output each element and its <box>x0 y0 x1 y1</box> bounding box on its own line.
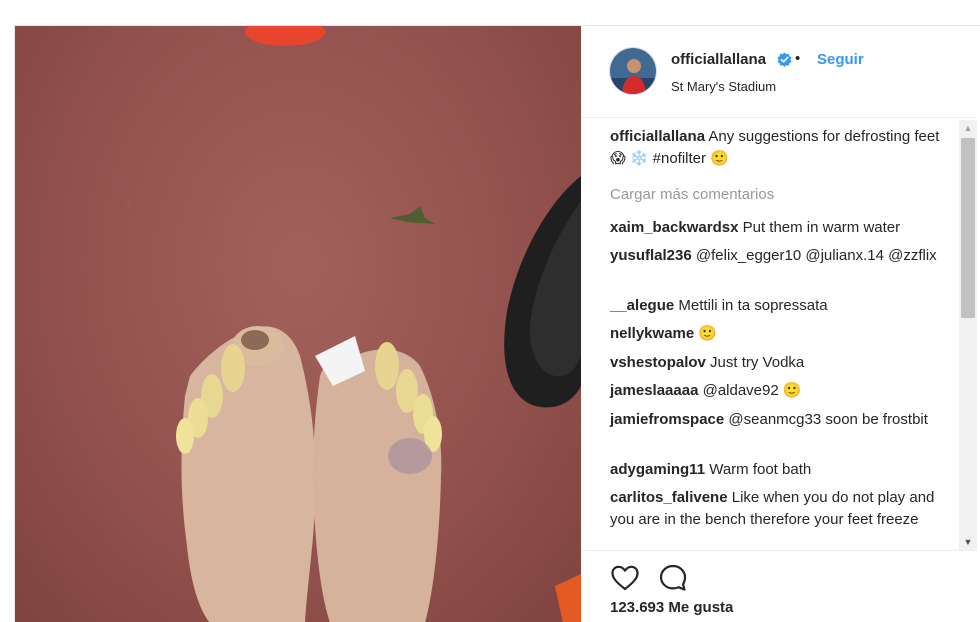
comment-username[interactable]: xaim_backwardsx <box>610 219 738 236</box>
caption: officiallallana Any suggestions for defr… <box>610 126 940 169</box>
comment-username[interactable]: yusuflal236 <box>610 247 692 264</box>
comment-text: Warm foot bath <box>709 461 812 478</box>
caption-username[interactable]: officiallallana <box>610 128 705 145</box>
comment-item: yusuflal236 @felix_egger10 @julianx.14 @… <box>610 245 940 267</box>
post-username[interactable]: officiallallana <box>671 51 766 68</box>
likes-count[interactable]: 123.693 Me gusta <box>610 599 733 616</box>
feet-photo-illustration <box>176 26 581 622</box>
comment-item: carlitos_falivene Like when you do not p… <box>610 487 940 530</box>
comment-item: jameslaaaaa @aldave92 🙂 <box>610 380 940 402</box>
comment-item: nellykwame 🙂 <box>610 323 940 345</box>
comment-username[interactable]: jamiefromspace <box>610 411 724 428</box>
comment-text: Just try Vodka <box>710 354 805 371</box>
comment-item: __alegue Mettili in ta sopressata <box>610 295 940 317</box>
comment-username[interactable]: __alegue <box>610 297 674 314</box>
comment-text: Mettili in ta sopressata <box>678 297 828 314</box>
post-actions: 123.693 Me gusta <box>581 550 975 622</box>
avatar[interactable] <box>609 47 657 95</box>
verified-badge-icon <box>777 52 792 67</box>
post-sidebar: officiallallana • Seguir St Mary's Stadi… <box>581 26 980 622</box>
follow-button[interactable]: Seguir <box>817 51 864 68</box>
left-foot-shape <box>181 326 316 622</box>
comments-scrollbar[interactable]: ▲ ▼ <box>959 120 977 550</box>
scroll-down-arrow-icon[interactable]: ▼ <box>959 534 977 550</box>
load-more-comments-link[interactable]: Cargar más comentarios <box>610 186 774 203</box>
comment-text: @seanmcg33 soon be frostbit <box>728 411 928 428</box>
grass-debris-shape <box>390 206 435 224</box>
separator-dot: • <box>795 50 801 67</box>
comment-text: @felix_egger10 @julianx.14 @zzflix <box>695 247 937 264</box>
post-header: officiallallana • Seguir St Mary's Stadi… <box>581 26 977 118</box>
comment-text: @aldave92 🙂 <box>702 382 802 399</box>
comment-username[interactable]: carlitos_falivene <box>610 489 728 506</box>
post-location[interactable]: St Mary's Stadium <box>671 79 776 94</box>
comment-username[interactable]: jameslaaaaa <box>610 382 698 399</box>
comment-item: vshestopalov Just try Vodka <box>610 352 940 374</box>
comment-icon[interactable] <box>658 563 688 593</box>
right-foot-shape <box>312 349 442 622</box>
scrollbar-thumb[interactable] <box>961 138 975 318</box>
comment-item: jamiefromspace @seanmcg33 soon be frostb… <box>610 409 940 431</box>
heart-icon[interactable] <box>610 563 640 593</box>
comment-item: xaim_backwardsx Put them in warm water <box>610 217 940 239</box>
red-object-shape <box>245 26 325 46</box>
scroll-up-arrow-icon[interactable]: ▲ <box>959 120 977 136</box>
comment-item: adygaming11 Warm foot bath <box>610 459 940 481</box>
comment-text: 🙂 <box>698 325 718 342</box>
instagram-post: officiallallana • Seguir St Mary's Stadi… <box>14 25 980 622</box>
comment-username[interactable]: adygaming11 <box>610 461 705 478</box>
comment-text: Put them in warm water <box>742 219 901 236</box>
post-photo[interactable] <box>15 26 581 622</box>
comment-username[interactable]: vshestopalov <box>610 354 706 371</box>
comments-section[interactable]: officiallallana Any suggestions for defr… <box>581 118 975 550</box>
comment-username[interactable]: nellykwame <box>610 325 694 342</box>
